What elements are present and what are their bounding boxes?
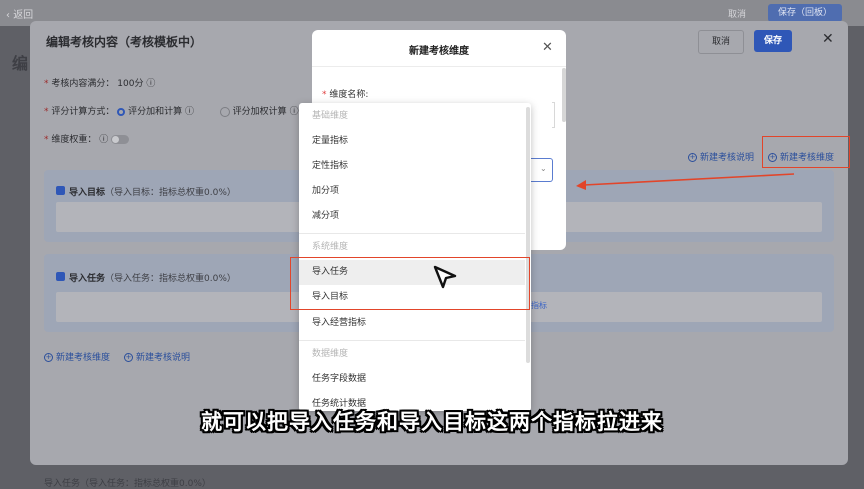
radio-unselected-icon[interactable] xyxy=(219,106,230,117)
plus-circle-icon: + xyxy=(124,353,133,362)
dropdown-item-task-field-data[interactable]: 任务字段数据 xyxy=(299,367,525,392)
info-icon: ⓘ xyxy=(99,135,109,145)
section-icon xyxy=(56,272,65,281)
info-icon: ⓘ xyxy=(185,107,195,117)
dimension-name-label: * 维度名称: xyxy=(322,87,368,100)
annotation-arrow xyxy=(576,173,795,190)
dropdown-item-qualitative[interactable]: 定性指标 xyxy=(299,154,525,179)
new-description-link[interactable]: + 新建考核说明 xyxy=(688,150,754,163)
background-cancel-button[interactable]: 取消 xyxy=(728,7,746,20)
total-score-value: 100分 xyxy=(117,79,144,89)
dropdown-divider xyxy=(299,340,525,341)
chevron-down-icon[interactable]: ⌄ xyxy=(540,164,547,173)
partial-link-text[interactable]: 指标 xyxy=(531,300,547,311)
background-heading-fragment: 编 xyxy=(12,54,29,73)
cancel-button[interactable]: 取消 xyxy=(698,30,744,54)
weight-toggle[interactable] xyxy=(111,135,130,144)
dropdown-item-deduction[interactable]: 减分项 xyxy=(299,204,525,229)
calc-method-field: * 评分计算方式： 评分加和计算 ⓘ 评分加权计算 ⓘ xyxy=(44,104,299,117)
dropdown-group-basic: 基础维度 xyxy=(312,111,349,121)
dropdown-divider xyxy=(299,233,525,234)
dimension-name-text: 维度名称: xyxy=(329,90,369,100)
section-icon xyxy=(56,186,65,195)
dropdown-group-data: 数据维度 xyxy=(312,349,349,359)
plus-circle-icon: + xyxy=(688,153,697,162)
dropdown-scrollbar[interactable] xyxy=(526,107,530,363)
highlight-system-items xyxy=(290,257,530,310)
back-link[interactable]: ‹ 返回 xyxy=(6,6,33,21)
dropdown-item-bonus[interactable]: 加分项 xyxy=(299,179,525,204)
section-header: 导入目标（导入目标：指标总权重0.0%） xyxy=(56,180,236,199)
modal-title: 新建考核维度 xyxy=(409,46,469,57)
background-save-button[interactable]: 保存（回板） xyxy=(768,4,842,22)
section-title: 导入目标 xyxy=(69,188,106,198)
section-subtitle: （导入目标：指标总权重0.0%） xyxy=(105,188,236,198)
dropdown-item-quantitative[interactable]: 定量指标 xyxy=(299,129,525,154)
info-icon: ⓘ xyxy=(289,107,299,117)
card-title: 编辑考核内容（考核模板中） xyxy=(46,35,203,49)
calc-option-sum[interactable]: 评分加和计算 xyxy=(128,107,182,117)
save-button[interactable]: 保存 xyxy=(754,30,792,52)
plus-circle-icon: + xyxy=(44,353,53,362)
close-icon[interactable]: ✕ xyxy=(542,40,553,55)
highlight-new-dimension xyxy=(762,136,850,168)
section-title: 导入任务 xyxy=(69,274,106,284)
background-section-text: 导入任务（导入任务：指标总权重0.0%） xyxy=(44,479,211,489)
close-icon[interactable]: ✕ xyxy=(822,31,834,47)
info-icon: ⓘ xyxy=(146,79,156,89)
calc-method-label: 评分计算方式： xyxy=(51,107,115,117)
modal-scrollbar[interactable] xyxy=(562,68,566,122)
back-label: 返回 xyxy=(13,10,34,21)
video-subtitle: 就可以把导入任务和导入目标这两个指标拉进来 xyxy=(201,410,663,434)
dimension-name-input[interactable] xyxy=(552,102,555,128)
modal-divider xyxy=(312,66,566,67)
new-dimension-label: 新建考核维度 xyxy=(56,353,111,363)
dropdown-item-import-business-metrics[interactable]: 导入经营指标 xyxy=(299,311,525,336)
total-score-label: 考核内容满分： xyxy=(51,79,115,89)
weight-label: 维度权重： xyxy=(51,135,97,145)
new-dimension-link-bottom[interactable]: + 新建考核维度 xyxy=(44,350,110,363)
radio-selected-icon[interactable] xyxy=(117,107,126,116)
weight-field: * 维度权重： ⓘ xyxy=(44,132,130,145)
new-description-label: 新建考核说明 xyxy=(700,153,755,163)
new-description-label: 新建考核说明 xyxy=(136,353,191,363)
section-subtitle: （导入任务：指标总权重0.0%） xyxy=(105,274,236,284)
calc-option-weighted[interactable]: 评分加权计算 xyxy=(233,107,287,117)
mouse-cursor-icon xyxy=(433,265,457,289)
section-header: 导入任务（导入任务：指标总权重0.0%） xyxy=(56,266,236,285)
new-description-link-bottom[interactable]: + 新建考核说明 xyxy=(124,350,190,363)
total-score-field: * 考核内容满分： 100分 ⓘ xyxy=(44,76,155,89)
